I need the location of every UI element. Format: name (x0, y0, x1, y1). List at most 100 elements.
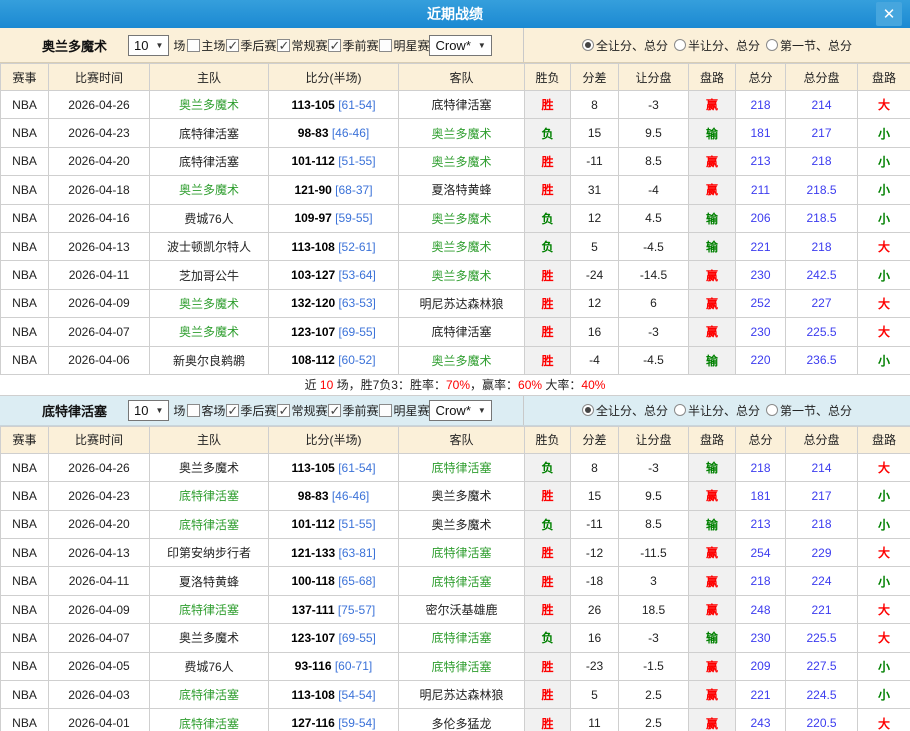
total-points-cell: 218 (736, 453, 786, 481)
point-diff-cell: 5 (571, 681, 619, 709)
over-under-cell: 大 (858, 232, 910, 260)
stat-mode-radio-2[interactable]: 第一节、总分 (766, 402, 852, 419)
half-time-score: [69-55] (339, 325, 376, 339)
result-cell: 胜 (525, 346, 571, 374)
filter-checkbox-4[interactable]: 明星赛 (378, 402, 429, 419)
away-team-cell: 底特律活塞 (399, 539, 525, 567)
away-team-cell: 奥兰多魔术 (399, 510, 525, 538)
close-button[interactable]: ✕ (876, 2, 902, 26)
game-row: NBA2026-04-26奥兰多魔术113-105 [61-54]底特律活塞负8… (1, 453, 910, 481)
stat-mode-radio-1[interactable]: 半让分、总分 (674, 37, 760, 54)
away-team-cell: 底特律活塞 (399, 453, 525, 481)
final-score: 127-116 (291, 716, 334, 730)
result-cell: 负 (525, 624, 571, 652)
bookmaker-select[interactable]: Crow* ▼ (429, 400, 491, 421)
game-row: NBA2026-04-09奥兰多魔术132-120 [63-53]明尼苏达森林狼… (1, 289, 910, 317)
table-header-row: 赛事比赛时间主队比分(半场)客队胜负分差让分盘盘路总分总分盘盘路 (1, 64, 910, 91)
score-cell: 98-83 [46-46] (269, 482, 399, 510)
team-name-label: 底特律活塞 (42, 401, 128, 420)
league-cell: NBA (1, 119, 49, 147)
column-header-10: 总分盘 (786, 64, 858, 91)
home-team-cell: 芝加哥公牛 (150, 261, 269, 289)
date-cell: 2026-04-13 (49, 539, 150, 567)
over-under-cell: 小 (858, 119, 910, 147)
magic-filter-row: 奥兰多魔术 10 ▼ 场 主场季后赛常规赛季前赛明星赛 Crow* ▼ 全让分、… (0, 28, 910, 63)
handicap-result-cell: 赢 (689, 482, 736, 510)
checkbox-label: 明星赛 (393, 402, 429, 419)
games-count-select[interactable]: 10 ▼ (128, 400, 169, 421)
total-points-cell: 218 (736, 567, 786, 595)
stat-mode-radio-0[interactable]: 全让分、总分 (582, 402, 668, 419)
filter-checkbox-1[interactable]: 季后赛 (225, 402, 276, 419)
league-cell: NBA (1, 289, 49, 317)
league-cell: NBA (1, 318, 49, 346)
total-points-cell: 252 (736, 289, 786, 317)
stat-mode-radio-0[interactable]: 全让分、总分 (582, 37, 668, 54)
table-header-row: 赛事比赛时间主队比分(半场)客队胜负分差让分盘盘路总分总分盘盘路 (1, 426, 910, 453)
column-header-0: 赛事 (1, 64, 49, 91)
date-cell: 2026-04-16 (49, 204, 150, 232)
point-diff-cell: 8 (571, 453, 619, 481)
stat-mode-radio-2[interactable]: 第一节、总分 (766, 37, 852, 54)
result-cell: 负 (525, 453, 571, 481)
filter-checkbox-1[interactable]: 季后赛 (225, 37, 276, 54)
summary-text: 近 (305, 378, 320, 392)
filter-checkbox-4[interactable]: 明星赛 (378, 37, 429, 54)
home-team-cell: 底特律活塞 (150, 709, 269, 731)
result-cell: 胜 (525, 709, 571, 731)
game-row: NBA2026-04-16费城76人109-97 [59-55]奥兰多魔术负12… (1, 204, 910, 232)
pistons-filter-controls: 底特律活塞 10 ▼ 场 客场季后赛常规赛季前赛明星赛 Crow* ▼ (0, 396, 524, 425)
over-under-cell: 大 (858, 453, 910, 481)
checkbox-label: 季前赛 (342, 402, 378, 419)
filter-checkbox-0[interactable]: 客场 (186, 402, 225, 419)
result-cell: 负 (525, 204, 571, 232)
game-row: NBA2026-04-03底特律活塞113-108 [54-54]明尼苏达森林狼… (1, 681, 910, 709)
filter-checkbox-2[interactable]: 常规赛 (276, 37, 327, 54)
league-cell: NBA (1, 510, 49, 538)
handicap-cell: -14.5 (619, 261, 689, 289)
bookmaker-select[interactable]: Crow* ▼ (429, 35, 491, 56)
total-points-cell: 221 (736, 232, 786, 260)
pistons-filter-row: 底特律活塞 10 ▼ 场 客场季后赛常规赛季前赛明星赛 Crow* ▼ 全让分、… (0, 396, 910, 426)
chevron-down-icon: ▼ (155, 41, 163, 50)
column-header-1: 比赛时间 (49, 426, 150, 453)
final-score: 98-83 (298, 126, 329, 140)
games-count-select[interactable]: 10 ▼ (128, 35, 169, 56)
handicap-result-cell: 赢 (689, 595, 736, 623)
total-line-cell: 220.5 (786, 709, 858, 731)
half-time-score: [61-54] (338, 98, 375, 112)
point-diff-cell: -4 (571, 346, 619, 374)
half-time-score: [63-53] (339, 296, 376, 310)
score-cell: 101-112 [51-55] (269, 147, 399, 175)
radio-unselected-icon (674, 39, 686, 51)
filter-checkbox-2[interactable]: 常规赛 (276, 402, 327, 419)
home-team-cell: 费城76人 (150, 652, 269, 680)
game-row: NBA2026-04-18奥兰多魔术121-90 [68-37]夏洛特黄蜂胜31… (1, 176, 910, 204)
bookmaker-value: Crow* (435, 38, 470, 53)
result-cell: 胜 (525, 318, 571, 346)
over-under-cell: 小 (858, 147, 910, 175)
over-under-cell: 小 (858, 510, 910, 538)
point-diff-cell: 31 (571, 176, 619, 204)
filter-checkbox-0[interactable]: 主场 (186, 37, 225, 54)
half-time-score: [51-55] (338, 517, 375, 531)
handicap-result-cell: 输 (689, 510, 736, 538)
team-name-label: 奥兰多魔术 (42, 36, 128, 55)
score-cell: 109-97 [59-55] (269, 204, 399, 232)
total-line-cell: 218 (786, 147, 858, 175)
stat-mode-radio-1[interactable]: 半让分、总分 (674, 402, 760, 419)
half-time-score: [60-52] (338, 353, 375, 367)
column-header-4: 客队 (399, 426, 525, 453)
filter-checkbox-3[interactable]: 季前赛 (327, 37, 378, 54)
column-header-2: 主队 (150, 426, 269, 453)
point-diff-cell: 15 (571, 482, 619, 510)
filter-checkbox-3[interactable]: 季前赛 (327, 402, 378, 419)
total-line-cell: 224 (786, 567, 858, 595)
over-under-cell: 大 (858, 318, 910, 346)
checkbox-label: 季前赛 (342, 37, 378, 54)
total-line-cell: 229 (786, 539, 858, 567)
league-cell: NBA (1, 595, 49, 623)
total-line-cell: 218 (786, 510, 858, 538)
score-cell: 113-108 [54-54] (269, 681, 399, 709)
total-line-cell: 214 (786, 91, 858, 119)
